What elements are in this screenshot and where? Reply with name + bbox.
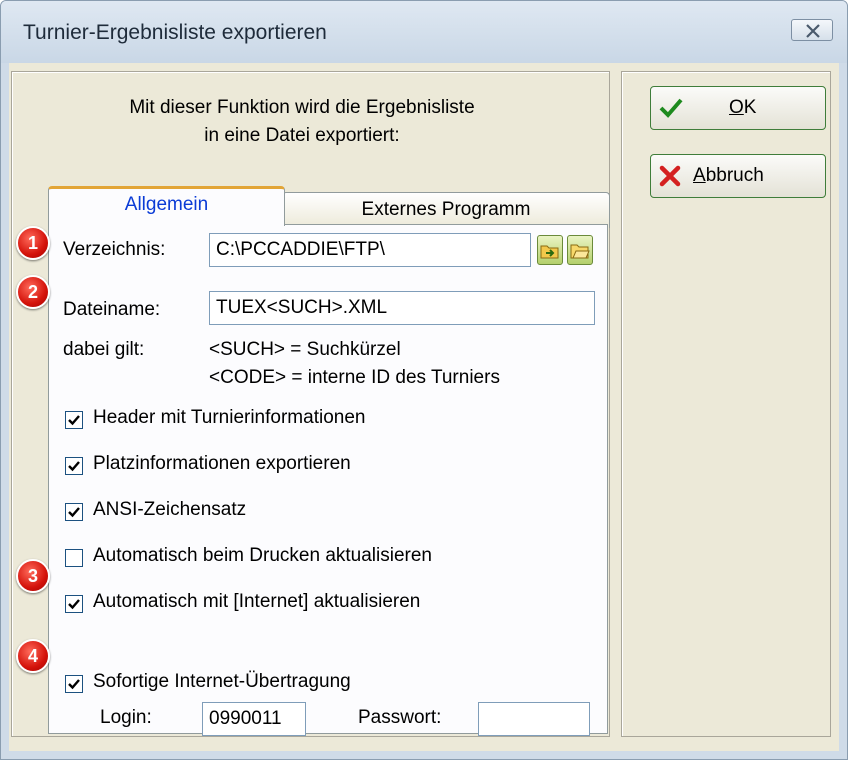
folder-open-icon (570, 244, 590, 259)
description-line-2: in eine Datei exportiert: (204, 125, 400, 146)
rule-code: <CODE> = interne ID des Turniers (209, 367, 500, 388)
instant-upload-checkbox-label: Sofortige Internet-Übertragung (93, 671, 351, 692)
window-title: Turnier-Ergebnisliste exportieren (23, 21, 327, 44)
header-checkbox[interactable] (65, 411, 83, 429)
annotation-badge-1: 1 (16, 226, 50, 260)
filename-label: Dateiname: (63, 299, 161, 320)
platzinfo-checkbox-label: Platzinformationen exportieren (93, 453, 351, 474)
title-bar: Turnier-Ergebnisliste exportieren (1, 1, 847, 63)
folder-arrow-icon (540, 245, 559, 259)
ok-button[interactable]: OK (650, 86, 826, 130)
checkmark-icon (68, 415, 80, 426)
checkmark-icon (68, 679, 80, 690)
checkmark-icon (68, 461, 80, 472)
platzinfo-checkbox[interactable] (65, 457, 83, 475)
auto-print-checkbox-label: Automatisch beim Drucken aktualisieren (93, 545, 432, 566)
directory-input[interactable]: C:\PCCADDIE\FTP\ (209, 233, 531, 267)
main-group: Mit dieser Funktion wird die Ergebnislis… (11, 71, 610, 737)
annotation-badge-3: 3 (16, 559, 50, 593)
browse-folder-button[interactable] (567, 235, 593, 265)
rules-label: dabei gilt: (63, 339, 145, 360)
rule-such: <SUCH> = Suchkürzel (209, 339, 401, 360)
ok-button-label: OK (729, 97, 757, 118)
ansi-checkbox-label: ANSI-Zeichensatz (93, 499, 247, 520)
description-text: Mit dieser Funktion wird die Ergebnislis… (52, 94, 552, 150)
header-checkbox-label: Header mit Turnierinformationen (93, 407, 366, 428)
tab-panel-allgemein: Verzeichnis: C:\PCCADDIE\FTP\ Dateiname: (48, 224, 608, 734)
red-x-icon (659, 165, 681, 187)
open-directory-button[interactable] (537, 235, 563, 265)
instant-upload-checkbox[interactable] (65, 675, 83, 693)
auto-internet-checkbox[interactable] (65, 595, 83, 613)
checkmark-icon (68, 507, 80, 518)
auto-print-checkbox[interactable] (65, 549, 83, 567)
tab-allgemein[interactable]: Allgemein (48, 186, 285, 226)
close-button[interactable] (791, 19, 833, 41)
annotation-badge-4: 4 (16, 639, 50, 673)
login-label: Login: (100, 707, 152, 728)
close-icon (806, 24, 820, 38)
dialog-window: Turnier-Ergebnisliste exportieren Mit di… (0, 0, 848, 760)
button-panel: OK Abbruch (621, 71, 831, 737)
annotation-badge-2: 2 (16, 275, 50, 309)
checkmark-icon (68, 599, 80, 610)
cancel-button-label: Abbruch (693, 165, 764, 186)
login-input[interactable]: 0990011 (202, 702, 306, 736)
cancel-button[interactable]: Abbruch (650, 154, 826, 198)
password-input[interactable] (478, 702, 590, 736)
ansi-checkbox[interactable] (65, 503, 83, 521)
green-check-icon (659, 98, 683, 118)
password-label: Passwort: (358, 707, 442, 728)
auto-internet-checkbox-label: Automatisch mit [Internet] aktualisieren (93, 591, 421, 612)
directory-label: Verzeichnis: (63, 239, 166, 260)
filename-input[interactable]: TUEX<SUCH>.XML (209, 291, 595, 325)
tab-externes-programm[interactable]: Externes Programm (282, 192, 610, 228)
description-line-1: Mit dieser Funktion wird die Ergebnislis… (129, 97, 475, 118)
dialog-client-area: Mit dieser Funktion wird die Ergebnislis… (9, 63, 839, 751)
